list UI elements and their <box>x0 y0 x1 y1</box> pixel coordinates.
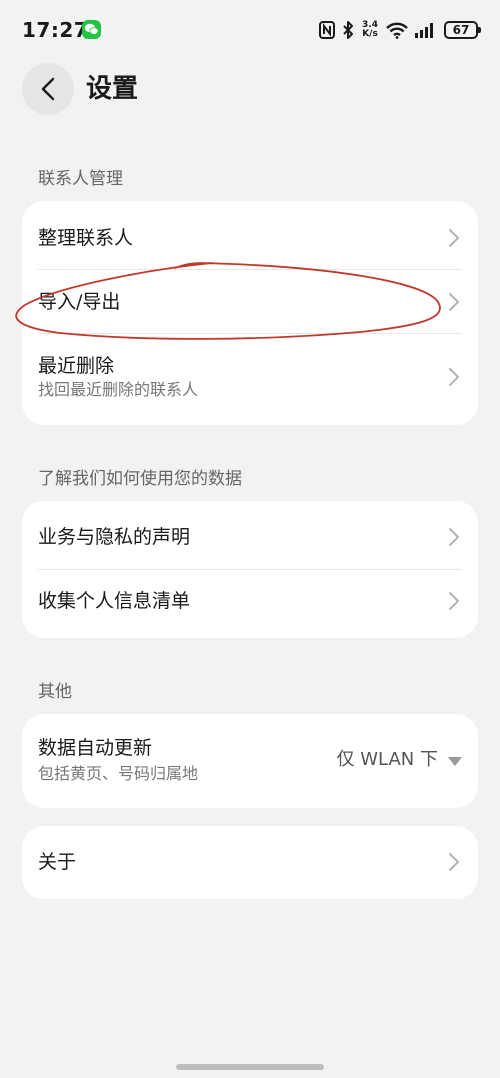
wifi-icon <box>386 22 408 39</box>
home-indicator[interactable] <box>176 1064 324 1070</box>
chevron-right-icon <box>449 229 459 247</box>
chevron-right-icon <box>449 528 459 546</box>
status-bar: 17:27 3.4 K/s 67 <box>0 0 500 60</box>
bluetooth-icon <box>343 21 353 39</box>
chevron-right-icon <box>449 368 459 386</box>
signal-icon <box>415 23 433 38</box>
card-about: 关于 <box>22 826 478 899</box>
row-organize-contacts[interactable]: 整理联系人 <box>22 201 478 270</box>
card-data-usage: 业务与隐私的声明 收集个人信息清单 <box>22 501 478 638</box>
row-title: 业务与隐私的声明 <box>38 526 191 548</box>
row-import-export[interactable]: 导入/导出 <box>22 270 478 334</box>
network-speed: 3.4 K/s <box>362 20 378 39</box>
row-subtitle: 找回最近删除的联系人 <box>38 380 199 399</box>
row-subtitle: 包括黄页、号码归属地 <box>38 764 199 783</box>
chevron-right-icon <box>449 853 459 871</box>
section-header-data-usage: 了解我们如何使用您的数据 <box>38 469 242 489</box>
settings-screen: 17:27 3.4 K/s 67 设置 联系人管理 整理联系人 导入/导出 最近… <box>0 0 500 1078</box>
row-about[interactable]: 关于 <box>22 826 478 899</box>
nfc-icon <box>319 21 335 39</box>
status-time: 17:27 <box>22 18 89 42</box>
page-title: 设置 <box>86 74 139 104</box>
card-contacts-management: 整理联系人 导入/导出 最近删除 找回最近删除的联系人 <box>22 201 478 425</box>
row-title: 最近删除 <box>38 355 115 377</box>
status-icons: 3.4 K/s 67 <box>319 18 481 42</box>
back-arrow-icon <box>41 77 55 101</box>
row-personal-info-list[interactable]: 收集个人信息清单 <box>22 570 478 638</box>
row-recently-deleted[interactable]: 最近删除 找回最近删除的联系人 <box>22 334 478 425</box>
chevron-right-icon <box>449 293 459 311</box>
battery-level: 67 <box>452 23 470 37</box>
row-title: 导入/导出 <box>38 291 121 313</box>
row-title: 整理联系人 <box>38 227 134 249</box>
auto-update-value[interactable]: 仅 WLAN 下 <box>337 748 438 772</box>
section-header-other: 其他 <box>38 682 72 702</box>
dropdown-caret-icon[interactable] <box>448 757 462 766</box>
row-title: 收集个人信息清单 <box>38 590 191 612</box>
section-header-contacts: 联系人管理 <box>38 169 123 189</box>
row-title: 数据自动更新 <box>38 737 153 759</box>
card-other: 数据自动更新 包括黄页、号码归属地 仅 WLAN 下 <box>22 714 478 808</box>
row-title: 关于 <box>38 851 77 873</box>
row-auto-update-data[interactable]: 数据自动更新 包括黄页、号码归属地 仅 WLAN 下 <box>22 714 478 808</box>
battery-icon: 67 <box>444 21 481 39</box>
wechat-icon <box>82 20 101 39</box>
chevron-right-icon <box>449 592 459 610</box>
back-button[interactable] <box>22 63 74 115</box>
row-business-privacy-statement[interactable]: 业务与隐私的声明 <box>22 501 478 570</box>
